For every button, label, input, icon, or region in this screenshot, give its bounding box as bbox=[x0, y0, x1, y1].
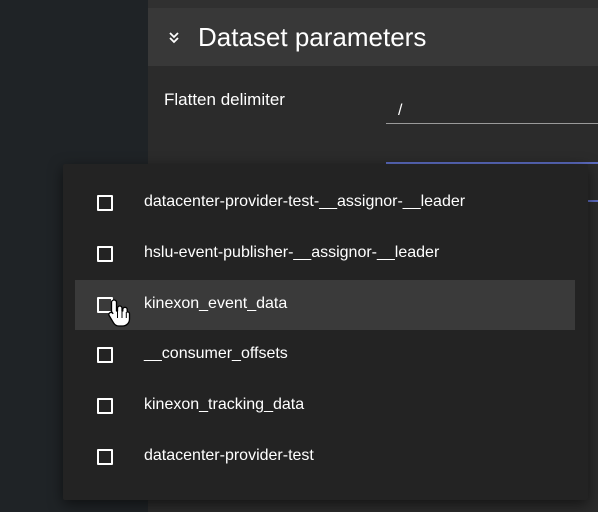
option-label: datacenter-provider-test bbox=[144, 447, 314, 464]
checkbox[interactable] bbox=[97, 195, 113, 211]
dropdown-option[interactable]: __consumer_offsets bbox=[63, 330, 588, 380]
accent-underline bbox=[588, 200, 598, 202]
option-label: hslu-event-publisher-__assignor-__leader bbox=[144, 244, 440, 261]
flatten-delimiter-input[interactable]: / bbox=[386, 98, 598, 124]
option-label: kinexon_tracking_data bbox=[144, 396, 305, 413]
dropdown-option[interactable]: hslu-event-publisher-__assignor-__leader bbox=[63, 229, 588, 279]
panel-title: Dataset parameters bbox=[198, 22, 427, 52]
dropdown-option[interactable]: datacenter-provider-test bbox=[63, 432, 588, 482]
option-label: kinexon_event_data bbox=[144, 295, 288, 312]
hand-pointer-icon bbox=[108, 299, 131, 327]
option-label: datacenter-provider-test-__assignor-__le… bbox=[144, 193, 466, 210]
option-label: __consumer_offsets bbox=[144, 345, 288, 362]
checkbox[interactable] bbox=[97, 449, 113, 465]
topic-dropdown-menu: datacenter-provider-test-__assignor-__le… bbox=[63, 164, 588, 500]
dropdown-option[interactable]: kinexon_tracking_data bbox=[63, 381, 588, 431]
dropdown-option-hovered[interactable]: kinexon_event_data bbox=[75, 280, 575, 330]
checkbox[interactable] bbox=[97, 246, 113, 262]
checkbox[interactable] bbox=[97, 398, 113, 414]
chevron-double-down-icon[interactable] bbox=[168, 31, 180, 45]
checkbox[interactable] bbox=[97, 347, 113, 363]
panel-header[interactable]: Dataset parameters bbox=[148, 8, 598, 66]
flatten-delimiter-label: Flatten delimiter bbox=[164, 90, 285, 109]
dropdown-option[interactable]: datacenter-provider-test-__assignor-__le… bbox=[63, 178, 588, 228]
